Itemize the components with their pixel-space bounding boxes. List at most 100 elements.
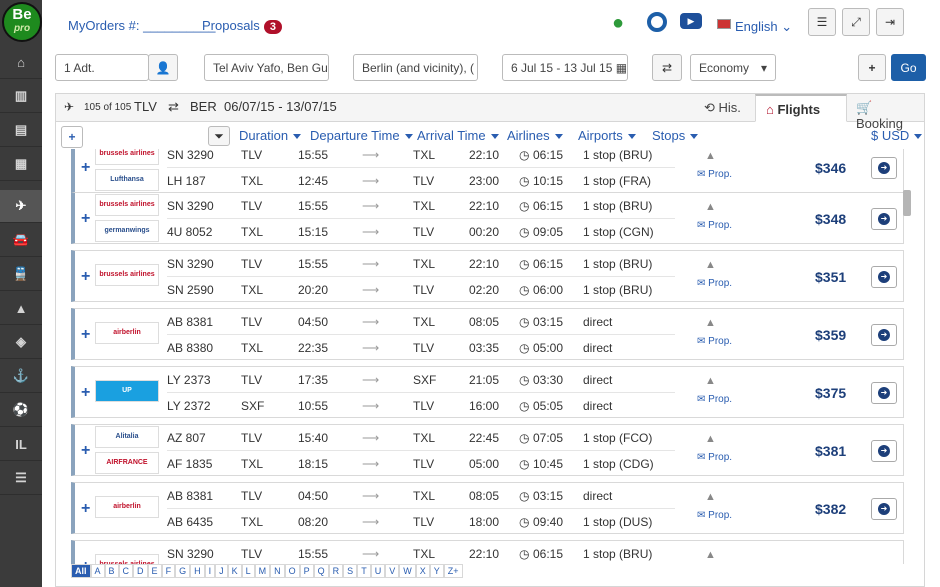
alphabet-filter-item[interactable]: Y (429, 564, 444, 578)
destination-field[interactable]: Berlin (and vicinity), ( (353, 54, 478, 81)
user-icon[interactable]: ● (612, 12, 624, 35)
logout-button[interactable]: ⇥ (876, 8, 904, 36)
alphabet-filter-item[interactable]: R (328, 564, 344, 578)
alphabet-filter-item[interactable]: D (133, 564, 148, 578)
alphabet-filter-item[interactable]: M (254, 564, 271, 578)
alphabet-filter-item[interactable]: C (118, 564, 134, 578)
alphabet-filter-item[interactable]: Q (313, 564, 329, 578)
sort-airports[interactable]: Airports (578, 128, 636, 143)
proposals-link[interactable]: Proposals 3 (202, 18, 282, 34)
flight-leg: SN 2590 TXL 20:20 ⟶ TLV 02:20 ◷ 06:00 1 … (75, 277, 675, 303)
sidebar-item-il[interactable]: IL (0, 428, 42, 461)
alphabet-filter-item[interactable]: A (90, 564, 105, 578)
home-icon[interactable]: ⌂ (0, 46, 42, 79)
result-card[interactable]: + UP LY 2373 TLV 17:35 ⟶ SXF 21:05 ◷ 03:3… (71, 366, 904, 418)
alphabet-filter-item[interactable]: E (147, 564, 162, 578)
select-flight-button[interactable]: ➜ (871, 266, 897, 288)
sort-duration[interactable]: Duration (239, 128, 302, 143)
tab-flights[interactable]: ⌂ Flights (755, 94, 847, 122)
proposal-link[interactable]: ✉ Prop. (697, 169, 732, 180)
hotel-icon[interactable]: ▤ (0, 114, 42, 147)
alphabet-filter-item[interactable]: V (385, 564, 400, 578)
alphabet-filter-item[interactable]: L (241, 564, 255, 578)
alphabet-filter-item[interactable]: G (175, 564, 191, 578)
select-flight-button[interactable]: ➜ (871, 157, 897, 179)
sort-arrival-time[interactable]: Arrival Time (417, 128, 499, 143)
language-select[interactable]: English ⌄ (735, 19, 792, 35)
alphabet-filter-item[interactable]: S (343, 564, 358, 578)
sort-stops[interactable]: Stops (652, 128, 699, 143)
dates-field[interactable]: 6 Jul 15 - 13 Jul 15 ▦ (502, 54, 628, 81)
result-card[interactable]: + airberlin AB 8381 TLV 04:50 ⟶ TXL 08:05… (71, 482, 904, 534)
proposal-link[interactable]: ✉ Prop. (697, 278, 732, 289)
result-card[interactable]: + brussels airlines Lufthansa SN 3290 TLV … (71, 149, 904, 193)
road-icon[interactable]: ▲ (0, 292, 42, 325)
building-flight-icon[interactable]: ▦ (0, 148, 42, 181)
my-orders-link[interactable]: MyOrders #: __________ (68, 18, 215, 33)
currency-select[interactable]: $ USD (871, 128, 923, 143)
proposal-link[interactable]: ✉ Prop. (697, 220, 732, 231)
select-flight-button[interactable]: ➜ (871, 382, 897, 404)
bepro-logo[interactable]: Be pro (2, 2, 42, 42)
swap-button[interactable]: ⇄ (652, 54, 682, 81)
select-flight-button[interactable]: ➜ (871, 440, 897, 462)
tab-booking[interactable]: 🛒 Booking (846, 94, 924, 131)
arrow-icon: ⟶ (362, 257, 380, 271)
proposal-link[interactable]: ✉ Prop. (697, 394, 732, 405)
alphabet-filter-item[interactable]: All (71, 564, 91, 578)
add-button[interactable]: + (858, 54, 886, 81)
alphabet-filter-item[interactable]: O (284, 564, 300, 578)
plane-icon[interactable]: ✈ (0, 190, 42, 223)
fullscreen-button[interactable]: ⤢ (842, 8, 870, 36)
alphabet-filter-item[interactable]: P (299, 564, 314, 578)
go-button[interactable]: Go (891, 54, 926, 81)
video-icon[interactable]: ▶ (680, 13, 702, 29)
scrollbar-thumb[interactable] (903, 190, 911, 216)
proposal-link[interactable]: ✉ Prop. (697, 336, 732, 347)
alphabet-filter-item[interactable]: F (161, 564, 176, 578)
passenger-icon-button[interactable]: 👤 (148, 54, 178, 81)
leg-origin: SXF (241, 399, 265, 413)
filter-icon[interactable]: ⏷ (208, 126, 230, 146)
leg-departure: 15:55 (298, 149, 329, 162)
alphabet-filter-item[interactable]: J (215, 564, 228, 578)
alphabet-filter-item[interactable]: X (415, 564, 430, 578)
menu-button[interactable]: ☰ (808, 8, 836, 36)
result-card[interactable]: + brussels airlines germanwings SN 3290 TL… (71, 192, 904, 244)
cabin-select[interactable]: Economy ▾ (690, 54, 776, 81)
result-card[interactable]: + airberlin AB 8381 TLV 04:50 ⟶ TXL 08:05… (71, 308, 904, 360)
alphabet-filter-item[interactable]: N (270, 564, 285, 578)
alphabet-filter-item[interactable]: T (357, 564, 371, 578)
result-card[interactable]: +brussels airlines SN 3290 TLV 15:55 ⟶ T… (71, 540, 904, 564)
tag-icon[interactable]: ◈ (0, 326, 42, 359)
leg-duration: 06:15 (533, 257, 564, 271)
select-flight-button[interactable]: ➜ (871, 324, 897, 346)
alphabet-filter-item[interactable]: K (227, 564, 242, 578)
tab-history[interactable]: ⟲ His. (694, 94, 751, 122)
select-flight-button[interactable]: ➜ (871, 498, 897, 520)
sort-departure-time[interactable]: Departure Time (310, 128, 413, 143)
alphabet-filter-item[interactable]: H (190, 564, 205, 578)
origin-field[interactable]: Tel Aviv Yafo, Ben Gu (204, 54, 329, 81)
passengers-field[interactable]: 1 Adt. (55, 54, 149, 81)
alphabet-filter-item[interactable]: B (104, 564, 119, 578)
building-icon[interactable]: ▥ (0, 80, 42, 113)
list-icon[interactable]: ☰ (0, 462, 42, 495)
car-icon[interactable]: 🚘 (0, 224, 42, 257)
result-card[interactable]: + Alitalia AIRFRANCE AZ 807 TLV 15:40 ⟶ TX… (71, 424, 904, 476)
lifebuoy-icon[interactable] (647, 12, 667, 32)
leg-stops: direct (583, 489, 613, 503)
football-icon[interactable]: ⚽ (0, 394, 42, 427)
proposal-link[interactable]: ✉ Prop. (697, 452, 732, 463)
alphabet-filter-item[interactable]: W (399, 564, 416, 578)
expand-all-button[interactable]: + (61, 126, 83, 148)
alphabet-filter-item[interactable]: I (204, 564, 216, 578)
anchor-icon[interactable]: ⚓ (0, 360, 42, 393)
sort-airlines[interactable]: Airlines (507, 128, 563, 143)
proposal-link[interactable]: ✉ Prop. (697, 510, 732, 521)
alphabet-filter-item[interactable]: Z+ (443, 564, 463, 578)
result-card[interactable]: +brussels airlines SN 3290 TLV 15:55 ⟶ T… (71, 250, 904, 302)
select-flight-button[interactable]: ➜ (871, 208, 897, 230)
train-icon[interactable]: 🚆 (0, 258, 42, 291)
alphabet-filter-item[interactable]: U (370, 564, 386, 578)
